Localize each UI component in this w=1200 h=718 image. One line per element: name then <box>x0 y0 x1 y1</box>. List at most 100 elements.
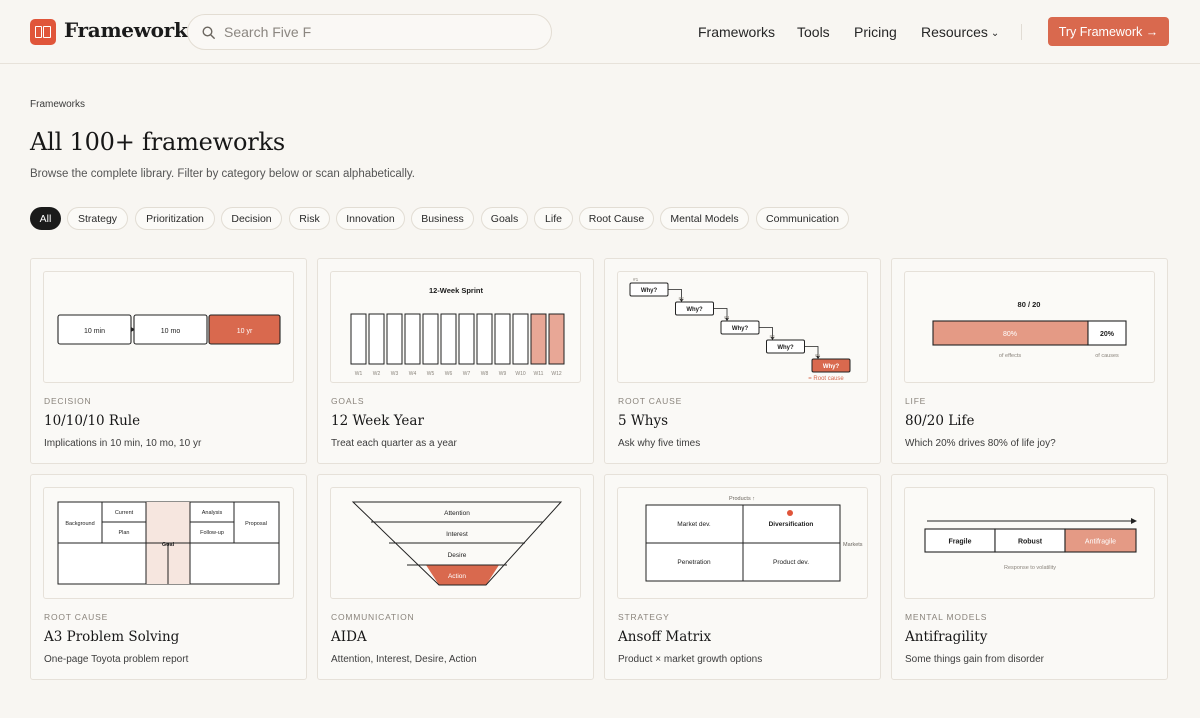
ratio-right-label: 20% <box>1100 331 1115 338</box>
week-bar <box>422 313 439 365</box>
card-thumbnail: = Root cause #1 Why? #2 Why? #3 Why? #4 Why? #5 W… <box>617 271 868 383</box>
ratio-right-caption: of causes <box>1095 353 1119 359</box>
card-description: Ask why five times <box>618 438 701 449</box>
filter-chip-life[interactable]: Life <box>534 207 573 230</box>
antifragility-caption: Response to volatility <box>1004 565 1056 571</box>
card-title: 10/10/10 Rule <box>44 413 141 429</box>
filter-chip-decision[interactable]: Decision <box>221 207 282 230</box>
top-nav-bar: Framework Frameworks Tools Pricing Resou… <box>0 0 1200 64</box>
framework-card-5-whys[interactable]: = Root cause #1 Why? #2 Why? #3 Why? #4 Why? #5 W… <box>604 258 881 464</box>
framework-card-12-week-year[interactable]: 12-Week Sprint W1 W2 W3 W4 W5 W6 W7 W8 W9 W10 W11 W… <box>317 258 594 464</box>
sprint-title: 12-Week Sprint <box>429 286 484 295</box>
nav-frameworks[interactable]: Frameworks <box>698 24 775 40</box>
card-category: Strategy <box>618 612 670 622</box>
card-thumbnail: Fragile Robust Antifragile Response to v… <box>904 487 1155 599</box>
card-title: 5 Whys <box>618 413 669 429</box>
root-cause-note: = Root cause <box>808 376 844 382</box>
search-input[interactable] <box>224 15 534 49</box>
filter-chip-mental-models[interactable]: Mental Models <box>660 207 749 230</box>
card-category: Communication <box>331 612 415 622</box>
week-bar <box>548 313 565 365</box>
framework-card-a3-problem-solving[interactable]: Background Current Plan Goal Analysis Fo… <box>30 474 307 680</box>
card-description: Some things gain from disorder <box>905 654 1044 665</box>
week-bar <box>458 313 475 365</box>
card-description: Attention, Interest, Desire, Action <box>331 654 477 665</box>
ratio-left-caption: of effects <box>999 353 1021 359</box>
ratio-left-label: 80% <box>1003 331 1017 338</box>
card-description: Treat each quarter as a year <box>331 438 457 449</box>
card-description: Product × market growth options <box>618 654 763 665</box>
why-box-label: Why? <box>732 326 749 332</box>
a3-section-label: Plan <box>118 530 129 536</box>
nav-resources[interactable]: Resources ⌄ <box>921 24 999 40</box>
filter-chip-innovation[interactable]: Innovation <box>336 207 405 230</box>
nav-tools[interactable]: Tools <box>797 24 830 40</box>
why-step-number: #3 <box>724 315 730 321</box>
week-bar <box>368 313 385 365</box>
card-description: Which 20% drives 80% of life joy? <box>905 438 1056 449</box>
week-label: W8 <box>481 371 489 377</box>
framework-card-aida[interactable]: Attention Interest Desire Action Communi… <box>317 474 594 680</box>
framework-card-antifragility[interactable]: Fragile Robust Antifragile Response to v… <box>891 474 1168 680</box>
search-icon <box>202 26 215 39</box>
card-description: Implications in 10 min, 10 mo, 10 yr <box>44 438 202 449</box>
filter-chip-root-cause[interactable]: Root Cause <box>579 207 654 230</box>
week-bar <box>404 313 421 365</box>
page-title: All 100+ frameworks <box>30 128 286 156</box>
breadcrumb[interactable]: Frameworks <box>30 99 85 110</box>
card-category: Life <box>905 396 927 406</box>
week-label: W6 <box>445 371 453 377</box>
ansoff-cell-label: Penetration <box>677 559 711 566</box>
a3-section-label: Follow-up <box>200 530 224 536</box>
filter-chip-business[interactable]: Business <box>411 207 474 230</box>
filter-chip-goals[interactable]: Goals <box>481 207 528 230</box>
framework-card-10-10-10[interactable]: 10 min 10 mo 10 yr Decision 10/10/10 Rul… <box>30 258 307 464</box>
filter-chip-risk[interactable]: Risk <box>289 207 330 230</box>
filter-chip-all[interactable]: All <box>30 207 61 230</box>
nav-resources-label: Resources <box>921 24 988 40</box>
a3-section-label: Proposal <box>245 521 267 527</box>
why-box-label: Why? <box>823 364 840 370</box>
why-step-number: #5 <box>815 353 821 359</box>
antifragility-box-label: Robust <box>1018 539 1043 546</box>
a3-section-label: Current <box>115 510 134 516</box>
aida-stage-label: Desire <box>448 552 467 559</box>
ansoff-x-axis-label: Markets <box>843 542 863 548</box>
card-title: Antifragility <box>905 629 988 645</box>
search-box[interactable] <box>187 14 552 50</box>
card-thumbnail: 12-Week Sprint W1 W2 W3 W4 W5 W6 W7 W8 W9 W10 W11 W… <box>330 271 581 383</box>
framework-logo-icon[interactable] <box>30 19 56 45</box>
try-framework-button[interactable]: Try Framework → <box>1048 17 1169 46</box>
framework-card-80-20-life[interactable]: 80 / 20 80% 20% of effects of causes Lif… <box>891 258 1168 464</box>
week-label: W9 <box>499 371 507 377</box>
week-label: W5 <box>427 371 435 377</box>
week-label: W12 <box>551 371 562 377</box>
week-bar <box>350 313 367 365</box>
framework-card-ansoff-matrix[interactable]: Products ↑ Market dev. Diversification P… <box>604 474 881 680</box>
card-description: One-page Toyota problem report <box>44 654 189 665</box>
week-label: W3 <box>391 371 399 377</box>
a3-section-label: Goal <box>162 542 175 548</box>
filter-chip-communication[interactable]: Communication <box>756 207 849 230</box>
week-bar <box>530 313 547 365</box>
week-bar <box>440 313 457 365</box>
card-thumbnail: Attention Interest Desire Action <box>330 487 581 599</box>
antifragility-box-label: Fragile <box>949 539 972 546</box>
card-thumbnail: 80 / 20 80% 20% of effects of causes <box>904 271 1155 383</box>
card-title: 80/20 Life <box>905 413 975 429</box>
timeframe-box-label: 10 yr <box>237 328 253 335</box>
filter-chip-strategy[interactable]: Strategy <box>67 207 128 230</box>
a3-section-label: Analysis <box>202 510 223 516</box>
ansoff-cell-label: Market dev. <box>677 521 711 528</box>
week-label: W2 <box>373 371 381 377</box>
card-title: Ansoff Matrix <box>618 629 712 645</box>
filter-chip-prioritization[interactable]: Prioritization <box>135 207 215 230</box>
antifragility-box-label: Antifragile <box>1085 539 1116 546</box>
aida-stage-label: Interest <box>446 531 468 538</box>
ansoff-y-axis-label: Products ↑ <box>729 496 755 502</box>
week-bar <box>512 313 529 365</box>
nav-pricing[interactable]: Pricing <box>854 24 897 40</box>
week-label: W10 <box>515 371 526 377</box>
week-bar <box>476 313 493 365</box>
logo-text[interactable]: Framework <box>64 18 188 42</box>
